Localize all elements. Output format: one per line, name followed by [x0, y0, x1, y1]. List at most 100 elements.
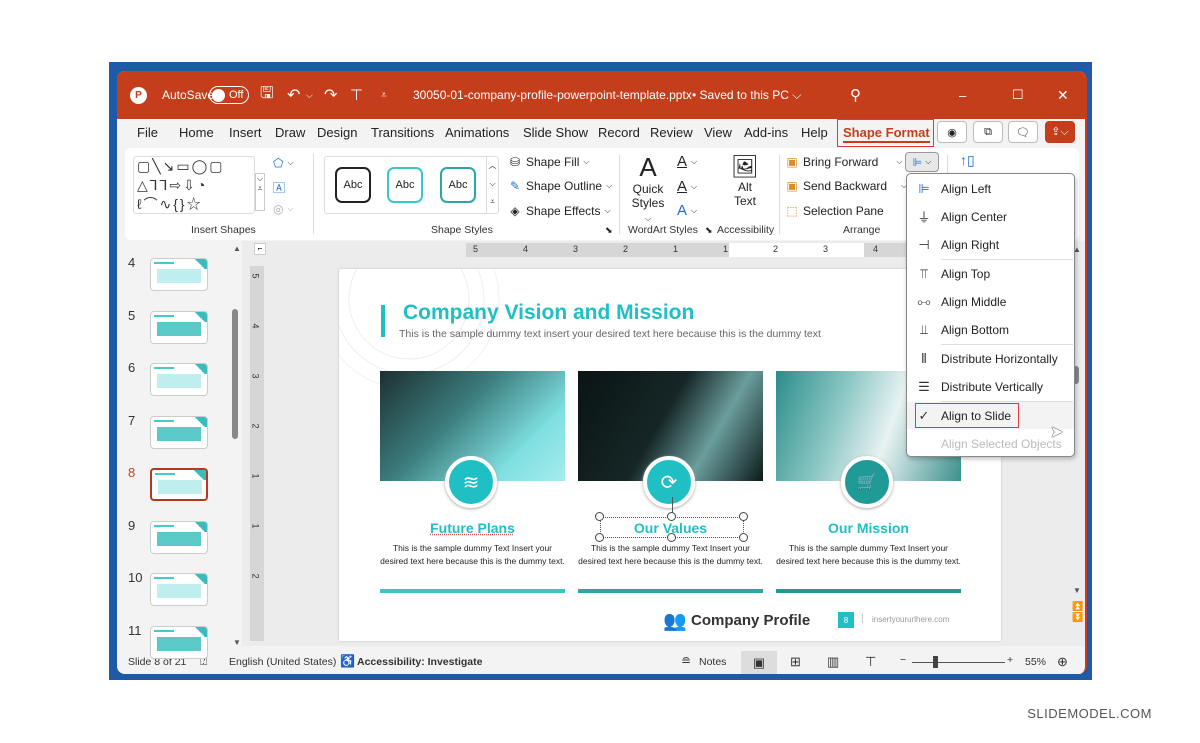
- scroll-up-icon[interactable]: ▲: [233, 244, 241, 253]
- tab-insert[interactable]: Insert: [229, 125, 262, 140]
- tab-home[interactable]: Home: [179, 125, 214, 140]
- tab-slide-show[interactable]: Slide Show: [523, 125, 588, 140]
- footer-url[interactable]: insertyoururlhere.com: [872, 615, 949, 624]
- search-icon[interactable]: ⚲: [850, 71, 861, 119]
- redo-icon[interactable]: ↷: [324, 71, 337, 119]
- slide-thumbnail[interactable]: [150, 520, 208, 554]
- tab-draw[interactable]: Draw: [275, 125, 305, 140]
- normal-view-button[interactable]: ▣: [741, 651, 777, 674]
- tab-file[interactable]: File: [137, 125, 158, 140]
- slide-thumbnail[interactable]: [150, 363, 208, 396]
- customize-toolbar-icon[interactable]: ⩡: [381, 71, 387, 119]
- merge-shapes-button[interactable]: ◎ ⌵: [273, 202, 294, 216]
- scroll-down-icon[interactable]: ▼: [233, 638, 241, 647]
- quick-styles-button[interactable]: A Quick Styles ⌵: [628, 152, 668, 224]
- style-preset[interactable]: Abc: [440, 167, 476, 203]
- shapes-more-button[interactable]: ⌵ ⩡: [255, 173, 265, 211]
- zoom-slider-thumb[interactable]: [933, 656, 939, 668]
- fit-to-window-icon[interactable]: ⊕: [1057, 654, 1068, 670]
- comments-button[interactable]: 🗨: [1008, 121, 1038, 143]
- menu-item-align-bottom[interactable]: ⫫ Align Bottom: [907, 316, 1074, 343]
- text-box-button[interactable]: 🄰: [273, 179, 285, 196]
- accessibility-status[interactable]: Accessibility: Investigate: [357, 656, 482, 668]
- reading-view-button[interactable]: ▥: [827, 654, 839, 670]
- close-button[interactable]: ✕: [1057, 71, 1069, 119]
- save-icon[interactable]: 🖫: [260, 71, 274, 119]
- footer-title[interactable]: Company Profile: [691, 612, 810, 629]
- menu-item-align-left[interactable]: ⊫ Align Left: [907, 175, 1074, 202]
- dialog-launcher-icon[interactable]: ⬊: [705, 225, 713, 236]
- language[interactable]: English (United States): [229, 656, 336, 668]
- resize-handle[interactable]: [595, 512, 604, 521]
- slide-thumbnail[interactable]: [150, 415, 208, 449]
- zoom-slider[interactable]: [912, 662, 1005, 663]
- resize-handle[interactable]: [667, 512, 676, 521]
- panel-scrollbar[interactable]: [232, 309, 238, 439]
- cart-icon[interactable]: 🛒: [841, 456, 893, 508]
- bring-forward-button[interactable]: ▣ Bring Forward ⌵: [785, 155, 902, 169]
- menu-item-distribute-vertically[interactable]: ☰ Distribute Vertically: [907, 373, 1074, 400]
- prev-next-slide-icon[interactable]: ⏫ ⏬: [1072, 601, 1083, 623]
- tab-transitions[interactable]: Transitions: [371, 125, 434, 140]
- resize-handle[interactable]: [739, 512, 748, 521]
- menu-item-align-top[interactable]: ⫪ Align Top: [907, 260, 1074, 287]
- slide-thumbnail[interactable]: [150, 625, 208, 659]
- card-body[interactable]: This is the sample dummy Text Insert you…: [380, 542, 565, 567]
- autosave-toggle[interactable]: Off: [209, 86, 250, 104]
- slide-thumbnail[interactable]: [150, 468, 208, 501]
- scroll-down-icon[interactable]: ▼: [1073, 586, 1081, 595]
- menu-item-align-center[interactable]: ⏚ Align Center: [907, 203, 1074, 230]
- menu-item-align-right[interactable]: ⊣ Align Right: [907, 231, 1074, 258]
- slide-thumbnail[interactable]: [150, 573, 208, 606]
- notes-button[interactable]: Notes: [699, 656, 726, 668]
- teams-button[interactable]: ⧉: [973, 121, 1003, 143]
- menu-item-align-middle[interactable]: ⧟ Align Middle: [907, 288, 1074, 315]
- record-button[interactable]: ◉: [937, 121, 967, 143]
- slide-canvas[interactable]: Company Vision and Mission This is the s…: [339, 269, 1001, 641]
- shape-effects-button[interactable]: ◈ Shape Effects ⌵: [508, 204, 610, 218]
- slide-subtitle[interactable]: This is the sample dummy text insert you…: [399, 328, 821, 340]
- resize-handle[interactable]: [667, 533, 676, 542]
- shape-outline-button[interactable]: ✎ Shape Outline ⌵: [508, 179, 612, 193]
- zoom-in-button[interactable]: +: [1007, 654, 1013, 666]
- tab-add-ins[interactable]: Add-ins: [744, 125, 788, 140]
- text-fill-button[interactable]: A ⌵: [677, 153, 697, 170]
- zoom-out-button[interactable]: −: [900, 654, 906, 666]
- resize-handle[interactable]: [595, 533, 604, 542]
- slide-sorter-button[interactable]: ⊞: [790, 654, 801, 670]
- shape-styles-gallery[interactable]: Abc Abc Abc ︿ ⌵ ⩡: [324, 156, 499, 214]
- align-button[interactable]: ⊫ ⌵: [905, 152, 939, 172]
- height-icon[interactable]: ↑▯: [960, 152, 975, 169]
- tab-stop-selector[interactable]: ⌐: [254, 243, 266, 255]
- slide-thumbnail[interactable]: [150, 310, 208, 344]
- slide-title[interactable]: Company Vision and Mission: [403, 301, 694, 325]
- slideshow-view-button[interactable]: ⊤: [865, 654, 876, 670]
- layers-icon[interactable]: ≋: [445, 456, 497, 508]
- maximize-button[interactable]: ☐: [1012, 71, 1024, 119]
- shapes-gallery[interactable]: ▢╲↘▭◯▢ △⅂⅂⇨⇩◔ ℓ⌒∿{}☆: [133, 156, 255, 214]
- tab-review[interactable]: Review: [650, 125, 693, 140]
- menu-item-distribute-horizontally[interactable]: ⫴ Distribute Horizontally: [907, 345, 1074, 372]
- present-icon[interactable]: ⊤: [350, 71, 363, 119]
- send-backward-button[interactable]: ▣ Send Backward ⌵: [785, 179, 907, 193]
- style-preset[interactable]: Abc: [387, 167, 423, 203]
- style-preset[interactable]: Abc: [335, 167, 371, 203]
- tab-record[interactable]: Record: [598, 125, 640, 140]
- shape-fill-button[interactable]: ⛁ Shape Fill ⌵: [508, 155, 589, 169]
- alt-text-button[interactable]: 🖼 Alt Text: [727, 154, 763, 208]
- save-status[interactable]: • Saved to this PC ⌵: [692, 71, 801, 119]
- card-title-future-plans[interactable]: Future Plans: [380, 520, 565, 536]
- edit-shape-button[interactable]: ⬠ ⌵: [273, 156, 294, 170]
- tab-animations[interactable]: Animations: [445, 125, 509, 140]
- undo-dropdown-icon[interactable]: ⌵: [306, 71, 313, 119]
- undo-icon[interactable]: ↶: [287, 71, 300, 119]
- text-effects-button[interactable]: A ⌵: [677, 202, 697, 219]
- tab-help[interactable]: Help: [801, 125, 828, 140]
- slide-thumbnail[interactable]: [150, 258, 208, 291]
- minimize-button[interactable]: –: [959, 71, 966, 119]
- share-button[interactable]: ⇪⌵: [1045, 121, 1075, 143]
- selection-pane-button[interactable]: ⬚ Selection Pane: [785, 204, 883, 218]
- card-body[interactable]: This is the sample dummy Text Insert you…: [578, 542, 763, 567]
- tab-design[interactable]: Design: [317, 125, 357, 140]
- zoom-percent[interactable]: 55%: [1025, 656, 1046, 668]
